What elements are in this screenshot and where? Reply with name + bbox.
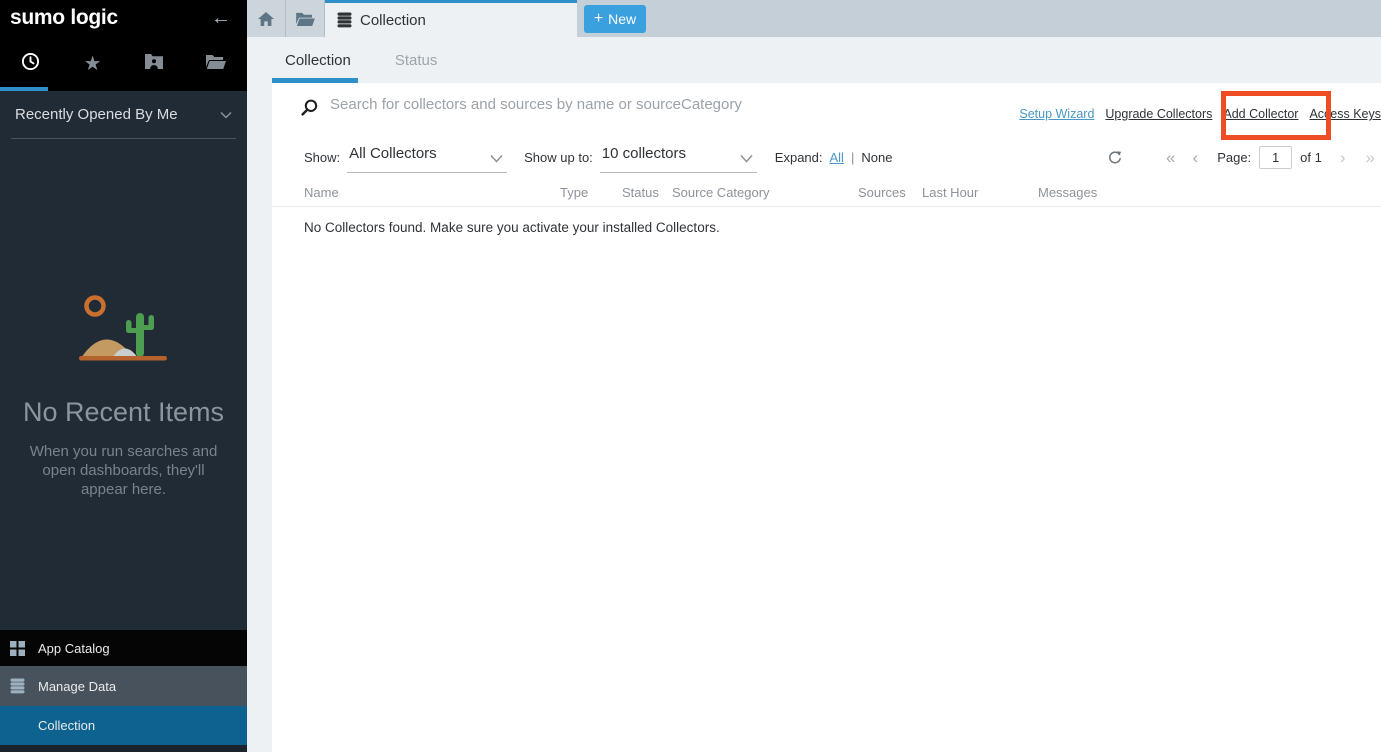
folder-icon [296, 12, 315, 26]
refresh-icon[interactable] [1108, 150, 1122, 165]
previous-page-button[interactable]: ‹ [1193, 149, 1199, 166]
divider: | [851, 150, 854, 165]
open-folder-icon [206, 54, 226, 74]
main-area: Collection + New Collection Status Setup… [247, 0, 1381, 752]
collapse-sidebar-icon[interactable]: ← [211, 8, 231, 28]
sidebar-tab-library[interactable] [124, 36, 186, 91]
sidebar-item-collection[interactable]: Collection [0, 706, 247, 745]
library-button[interactable] [286, 0, 325, 37]
column-header-type[interactable]: Type [560, 185, 588, 200]
expand-all-link[interactable]: All [830, 150, 844, 165]
chevron-down-icon [220, 106, 232, 123]
show-label: Show: [304, 150, 340, 165]
chevron-down-icon [490, 150, 503, 167]
sumo-logic-logo: sumo logic [10, 6, 118, 30]
limit-dropdown[interactable]: 10 collectors [600, 143, 757, 173]
sidebar-item-label: Collection [38, 718, 95, 733]
show-collectors-dropdown[interactable]: All Collectors [347, 143, 507, 173]
subtab-collection[interactable]: Collection [285, 52, 351, 69]
sidebar-item-label: App Catalog [38, 641, 110, 656]
sidebar-header: sumo logic ← [0, 0, 247, 36]
expand-none-link[interactable]: None [861, 150, 892, 165]
first-page-button[interactable]: « [1166, 149, 1175, 166]
collectors-table-header: Name Type Status Source Category Sources… [272, 185, 1381, 207]
column-header-messages[interactable]: Messages [1038, 185, 1097, 200]
column-header-name[interactable]: Name [304, 185, 339, 200]
chevron-down-icon [740, 150, 753, 167]
plus-icon: + [594, 11, 603, 27]
sidebar-item-label: Manage Data [38, 679, 116, 694]
sidebar-empty-state: No Recent Items When you run searches an… [0, 293, 247, 499]
no-recent-items-description: When you run searches and open dashboard… [18, 442, 230, 499]
recently-opened-label: Recently Opened By Me [15, 106, 178, 123]
database-icon [10, 678, 25, 694]
subtab-bar: Collection Status [247, 37, 1381, 83]
home-icon [258, 12, 274, 26]
desert-illustration [78, 293, 170, 365]
page-count-label: of 1 [1300, 150, 1322, 165]
sidebar-item-app-catalog[interactable]: App Catalog [0, 630, 247, 666]
column-header-status[interactable]: Status [622, 185, 659, 200]
database-icon [337, 12, 352, 28]
filter-row: Show: All Collectors Show up to: 10 coll… [304, 142, 892, 173]
sidebar-item-manage-data[interactable]: Manage Data [0, 666, 247, 706]
show-collectors-value: All Collectors [349, 145, 437, 162]
search-icon [301, 99, 318, 121]
tab-collection[interactable]: Collection [325, 0, 577, 37]
app-grid-icon [10, 641, 25, 656]
sidebar-bottom-nav: App Catalog Manage Data Collection [0, 630, 247, 752]
top-tab-bar: Collection + New [247, 0, 1381, 37]
star-icon: ★ [84, 54, 102, 74]
limit-value: 10 collectors [602, 145, 686, 162]
sidebar-bottom-strip [0, 745, 247, 752]
last-page-button[interactable]: » [1366, 149, 1375, 166]
expand-label: Expand: [775, 150, 823, 165]
personal-library-icon [145, 54, 163, 74]
collector-links: Setup Wizard Upgrade Collectors Add Coll… [1019, 107, 1381, 121]
add-collector-link[interactable]: Add Collector [1223, 107, 1298, 121]
sidebar-nav-icons: ★ [0, 36, 247, 91]
sidebar-tab-recents[interactable] [0, 36, 62, 91]
no-collectors-message: No Collectors found. Make sure you activ… [304, 220, 720, 235]
sidebar: sumo logic ← ★ [0, 0, 247, 752]
setup-wizard-link[interactable]: Setup Wizard [1019, 107, 1094, 121]
upgrade-collectors-link[interactable]: Upgrade Collectors [1105, 107, 1212, 121]
new-button[interactable]: + New [584, 5, 646, 33]
show-up-to-label: Show up to: [524, 150, 593, 165]
new-button-label: New [608, 11, 636, 27]
pagination-controls: « ‹ Page: of 1 › » [1108, 142, 1375, 173]
sidebar-tab-folders[interactable] [185, 36, 247, 91]
sumo-logic-app: sumo logic ← ★ [0, 0, 1381, 752]
collection-panel: Setup Wizard Upgrade Collectors Add Coll… [272, 83, 1381, 752]
search-input[interactable] [330, 96, 890, 113]
page-label: Page: [1217, 150, 1251, 165]
column-header-source-category[interactable]: Source Category [672, 185, 770, 200]
column-header-sources[interactable]: Sources [858, 185, 906, 200]
page-number-input[interactable] [1259, 146, 1292, 169]
home-button[interactable] [247, 0, 286, 37]
active-nav-underline [0, 87, 48, 91]
column-header-last-hour[interactable]: Last Hour [922, 185, 978, 200]
sidebar-tab-favorites[interactable]: ★ [62, 36, 124, 91]
next-page-button[interactable]: › [1340, 149, 1346, 166]
subtab-status[interactable]: Status [395, 52, 438, 69]
clock-icon [21, 52, 40, 76]
recently-opened-dropdown[interactable]: Recently Opened By Me [11, 91, 236, 139]
no-recent-items-title: No Recent Items [0, 397, 247, 428]
tab-label: Collection [360, 12, 426, 29]
access-keys-link[interactable]: Access Keys [1309, 107, 1381, 121]
